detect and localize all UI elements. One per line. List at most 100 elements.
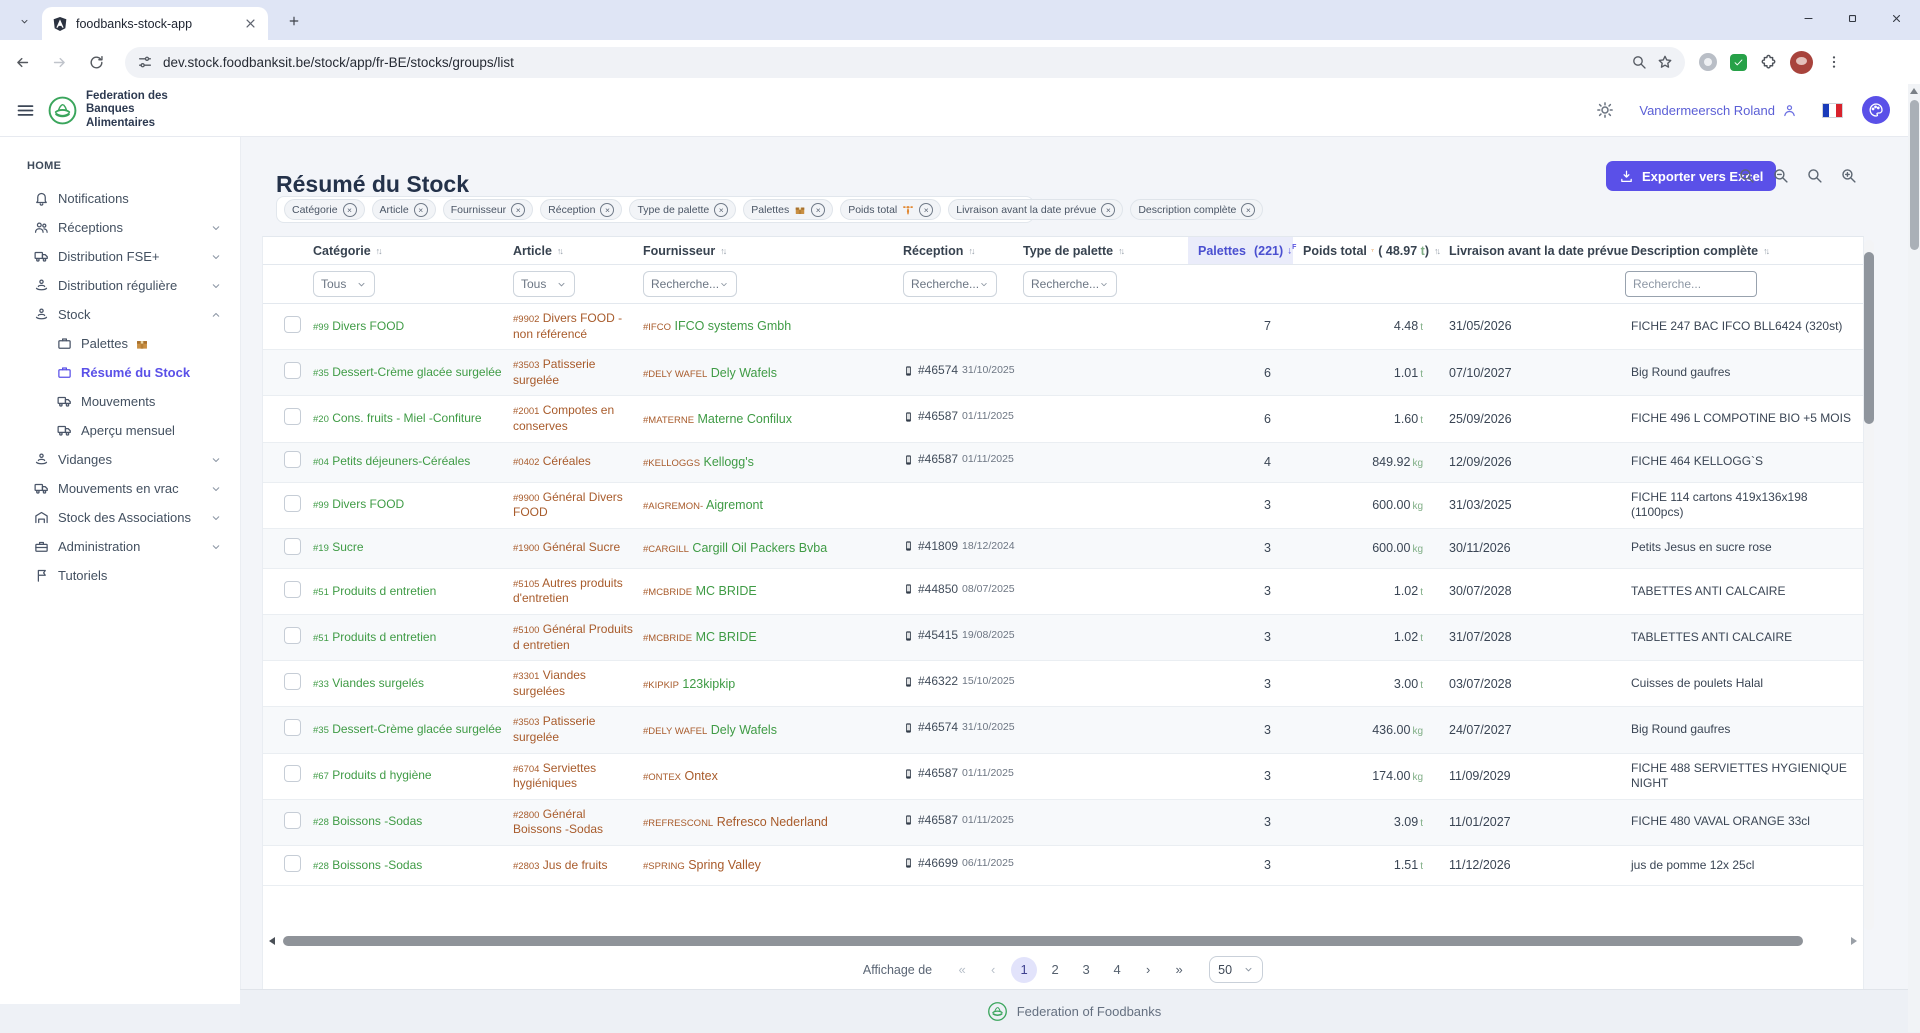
sidebar-item-administration[interactable]: Administration: [0, 532, 240, 561]
new-tab-button[interactable]: [282, 10, 306, 34]
category-link[interactable]: #33 Viandes surgelés: [303, 676, 503, 692]
remove-filter-icon[interactable]: ×: [600, 203, 614, 217]
browser-scrollbar-thumb[interactable]: [1910, 100, 1919, 250]
row-checkbox[interactable]: [284, 451, 301, 468]
remove-filter-icon[interactable]: ×: [511, 203, 525, 217]
col-header-weight[interactable]: Poids total ( 48.97 t) ↑↓: [1293, 237, 1439, 264]
category-link[interactable]: #99 Divers FOOD: [303, 497, 503, 513]
row-checkbox[interactable]: [284, 765, 301, 782]
page-number-button[interactable]: 4: [1104, 957, 1130, 983]
article-link[interactable]: #3503 Patisserie surgelée: [503, 357, 633, 388]
remove-filter-icon[interactable]: ×: [1241, 203, 1255, 217]
extension-check-icon[interactable]: [1730, 54, 1747, 71]
theme-toggle-sun-icon[interactable]: [1596, 101, 1614, 119]
page-number-button[interactable]: 2: [1042, 957, 1068, 983]
chip-type-de-palette[interactable]: Type de palette ×: [629, 199, 736, 220]
scroll-up-icon[interactable]: [1910, 88, 1918, 94]
supplier-link[interactable]: #REFRESCONL Refresco Nederland: [633, 814, 893, 830]
supplier-link[interactable]: #SPRING Spring Valley: [633, 857, 893, 873]
supplier-link[interactable]: #ONTEX Ontex: [633, 768, 893, 784]
window-maximize-button[interactable]: [1830, 0, 1874, 36]
chip-poids-total[interactable]: Poids total ×: [840, 199, 941, 220]
chip-fournisseur[interactable]: Fournisseur ×: [443, 199, 533, 220]
remove-filter-icon[interactable]: ×: [811, 203, 825, 217]
first-page-button[interactable]: «: [949, 957, 975, 983]
supplier-link[interactable]: #MCBRIDE MC BRIDE: [633, 629, 893, 645]
remove-filter-icon[interactable]: ×: [343, 203, 357, 217]
col-header-delivery[interactable]: Livraison avant la date prévue↑↓: [1439, 237, 1621, 264]
chip-livraison[interactable]: Livraison avant la date prévue ×: [948, 199, 1123, 220]
zoom-in-button[interactable]: [1839, 167, 1858, 186]
row-checkbox[interactable]: [284, 408, 301, 425]
tab-search-button[interactable]: [12, 9, 36, 33]
search-button[interactable]: [1805, 167, 1824, 186]
category-link[interactable]: #04 Petits déjeuners-Céréales: [303, 454, 503, 470]
sidebar-item-palettes[interactable]: Palettes: [0, 329, 240, 358]
sidebar-item-mouvements-en-vrac[interactable]: Mouvements en vrac: [0, 474, 240, 503]
chip-description-complete[interactable]: Description complète ×: [1130, 199, 1263, 220]
row-checkbox[interactable]: [284, 627, 301, 644]
scroll-left-icon[interactable]: [269, 937, 275, 945]
row-checkbox[interactable]: [284, 362, 301, 379]
article-link[interactable]: #2001 Compotes en conserves: [503, 403, 633, 434]
article-link[interactable]: #5105 Autres produits d'entretien: [503, 576, 633, 607]
pallet-type-filter-select[interactable]: Recherche...: [1023, 271, 1117, 297]
row-checkbox[interactable]: [284, 316, 301, 333]
article-link[interactable]: #3301 Viandes surgelées: [503, 668, 633, 699]
remove-filter-icon[interactable]: ×: [414, 203, 428, 217]
article-link[interactable]: #0402 Céréales: [503, 454, 633, 470]
zoom-out-button[interactable]: [1737, 167, 1756, 186]
browser-tab[interactable]: foodbanks-stock-app: [42, 7, 268, 40]
reception-filter-select[interactable]: Recherche...: [903, 271, 997, 297]
chip-categorie[interactable]: Catégorie ×: [284, 199, 365, 220]
article-filter-select[interactable]: Tous: [513, 271, 575, 297]
row-checkbox[interactable]: [284, 719, 301, 736]
supplier-link[interactable]: #MCBRIDE MC BRIDE: [633, 583, 893, 599]
zoom-out-button-2[interactable]: [1771, 167, 1790, 186]
article-link[interactable]: #1900 Général Sucre: [503, 540, 633, 556]
sidebar-item-stock[interactable]: Stock: [0, 300, 240, 329]
col-header-supplier[interactable]: Fournisseur↑↓: [633, 237, 893, 264]
col-header-article[interactable]: Article↑↓: [503, 237, 633, 264]
article-link[interactable]: #6704 Serviettes hygiéniques: [503, 761, 633, 792]
supplier-link[interactable]: #KIPKIP 123kipkip: [633, 676, 893, 692]
theme-palette-button[interactable]: [1862, 96, 1890, 124]
article-link[interactable]: #2803 Jus de fruits: [503, 858, 633, 874]
last-page-button[interactable]: »: [1166, 957, 1192, 983]
language-flag-fr[interactable]: [1822, 103, 1843, 118]
supplier-link[interactable]: #KELLOGGS Kellogg's: [633, 454, 893, 470]
description-search-input[interactable]: [1625, 271, 1757, 297]
article-link[interactable]: #9902 Divers FOOD - non référencé: [503, 311, 633, 342]
supplier-link[interactable]: #DELY WAFEL Dely Wafels: [633, 722, 893, 738]
browser-profile-avatar[interactable]: [1790, 51, 1813, 74]
scroll-right-icon[interactable]: [1851, 937, 1857, 945]
sidebar-item-vidanges[interactable]: Vidanges: [0, 445, 240, 474]
user-menu[interactable]: Vandermeersch Roland: [1633, 102, 1803, 119]
remove-filter-icon[interactable]: ×: [919, 203, 933, 217]
page-number-button[interactable]: 3: [1073, 957, 1099, 983]
category-link[interactable]: #28 Boissons -Sodas: [303, 858, 503, 874]
category-link[interactable]: #99 Divers FOOD: [303, 319, 503, 335]
row-checkbox[interactable]: [284, 538, 301, 555]
sidebar-item-tutoriels[interactable]: Tutoriels: [0, 561, 240, 590]
window-minimize-button[interactable]: [1786, 0, 1830, 36]
site-settings-icon[interactable]: [137, 54, 153, 70]
supplier-filter-select[interactable]: Recherche...: [643, 271, 737, 297]
back-button[interactable]: [7, 47, 37, 77]
sidebar-item-distribution-reguliere[interactable]: Distribution régulière: [0, 271, 240, 300]
hamburger-menu-icon[interactable]: [15, 100, 36, 121]
address-bar[interactable]: dev.stock.foodbanksit.be/stock/app/fr-BE…: [125, 47, 1685, 78]
row-checkbox[interactable]: [284, 581, 301, 598]
search-icon[interactable]: [1631, 54, 1647, 70]
browser-scrollbar[interactable]: [1908, 84, 1920, 1032]
forward-button[interactable]: [44, 47, 74, 77]
sidebar-item-mouvements[interactable]: Mouvements: [0, 387, 240, 416]
col-header-category[interactable]: Catégorie↑↓: [303, 237, 503, 264]
supplier-link[interactable]: #CARGILL Cargill Oil Packers Bvba: [633, 540, 893, 556]
sidebar-item-receptions[interactable]: Réceptions: [0, 213, 240, 242]
col-header-description[interactable]: Description complète↑↓: [1621, 237, 1863, 264]
category-link[interactable]: #20 Cons. fruits - Miel -Confiture: [303, 411, 503, 427]
extension-icon[interactable]: [1699, 53, 1717, 71]
reload-button[interactable]: [81, 47, 111, 77]
sidebar-item-notifications[interactable]: Notifications: [0, 184, 240, 213]
